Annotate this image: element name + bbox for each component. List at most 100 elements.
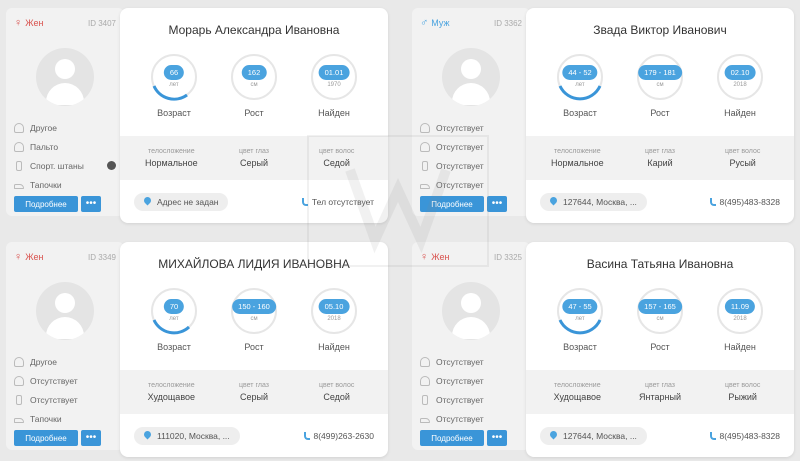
eyes-caption: цвет глаз bbox=[645, 148, 675, 155]
clothing-item: Другое bbox=[14, 352, 116, 371]
clothing-item: Отсутствует bbox=[14, 371, 116, 390]
height-value: 162 bbox=[241, 65, 267, 80]
build-caption: телосложение bbox=[148, 148, 195, 155]
found-stat: 11.09 2018 Найден bbox=[709, 286, 771, 370]
coat-icon bbox=[420, 141, 430, 152]
found-label: Найден bbox=[724, 108, 756, 118]
pants-icon bbox=[16, 160, 22, 171]
clothing-item: Другое bbox=[14, 118, 116, 137]
clothing-item: Пальто bbox=[14, 137, 116, 156]
details-button[interactable]: Подробнее bbox=[420, 430, 484, 446]
age-unit: лет bbox=[169, 82, 179, 88]
avatar bbox=[442, 282, 500, 340]
profile-card[interactable]: МИХАЙЛОВА ЛИДИЯ ИВАНОВНА 70 лет Возраст … bbox=[120, 242, 388, 457]
address-chip[interactable]: 127644, Москва, ... bbox=[540, 192, 647, 211]
profile-sidebar: ♀ Жен ID 3407 Другое Пальто Спорт. штаны … bbox=[6, 8, 124, 216]
phone-icon bbox=[709, 431, 716, 440]
found-label: Найден bbox=[724, 342, 756, 352]
age-value: 47 - 55 bbox=[562, 299, 598, 314]
phone-link[interactable]: 8(495)483-8328 bbox=[709, 197, 780, 207]
address-chip[interactable]: Адрес не задан bbox=[134, 192, 229, 211]
profile-sidebar: ♂ Муж ID 3362 Отсутствует Отсутствует Отс… bbox=[412, 8, 530, 216]
details-button[interactable]: Подробнее bbox=[420, 196, 484, 212]
details-button[interactable]: Подробнее bbox=[14, 430, 78, 446]
coat-icon bbox=[14, 375, 24, 386]
map-pin-icon bbox=[550, 431, 557, 440]
pants-icon bbox=[16, 394, 22, 405]
found-label: Найден bbox=[318, 342, 350, 352]
build-caption: телосложение bbox=[554, 382, 601, 389]
eyes-value: Карий bbox=[647, 158, 673, 168]
phone-link[interactable]: 8(495)483-8328 bbox=[709, 431, 780, 441]
found-year: 1970 bbox=[327, 82, 341, 88]
profile-sidebar: ♀ Жен ID 3325 Отсутствует Отсутствует Отс… bbox=[412, 242, 530, 450]
sidebar-header: ♀ Жен ID 3349 bbox=[14, 242, 116, 272]
shoe-icon bbox=[420, 418, 430, 423]
sidebar-header: ♀ Жен ID 3325 bbox=[420, 242, 522, 272]
gender-badge: ♂ Муж bbox=[420, 17, 449, 29]
height-stat: 157 - 165 см Рост bbox=[629, 286, 691, 370]
height-stat: 162 см Рост bbox=[223, 52, 285, 136]
clothing-item: Отсутствует bbox=[420, 371, 522, 390]
profile-id: ID 3362 bbox=[493, 18, 522, 28]
clothing-item: Тапочки bbox=[14, 409, 116, 428]
hair-caption: цвет волос bbox=[724, 148, 761, 155]
height-value: 157 - 165 bbox=[638, 299, 682, 314]
clothing-item: Отсутствует bbox=[14, 390, 116, 409]
pants-icon bbox=[422, 160, 428, 171]
phone-link[interactable]: 8(499)263-2630 bbox=[303, 431, 374, 441]
profile-id: ID 3325 bbox=[493, 252, 522, 262]
address-chip[interactable]: 127644, Москва, ... bbox=[540, 426, 647, 445]
shoe-icon bbox=[14, 418, 24, 423]
person-name[interactable]: Звада Виктор Иванович bbox=[526, 8, 794, 52]
clothing-item: Отсутствует bbox=[420, 352, 522, 371]
hair-value: Рыжий bbox=[728, 392, 757, 402]
person-name[interactable]: Морарь Александра Ивановна bbox=[120, 8, 388, 52]
pants-icon bbox=[422, 394, 428, 405]
age-stat: 70 лет Возраст bbox=[143, 286, 205, 370]
map-pin-icon bbox=[550, 197, 557, 206]
profile-id: ID 3349 bbox=[87, 252, 116, 262]
clothing-item: Отсутствует bbox=[420, 137, 522, 156]
profile-card[interactable]: Васина Татьяна Ивановна 47 - 55 лет Возр… bbox=[526, 242, 794, 457]
more-options-button[interactable]: ••• bbox=[487, 430, 507, 446]
clothing-item: Отсутствует bbox=[420, 409, 522, 428]
map-pin-icon bbox=[144, 197, 151, 206]
sidebar-header: ♂ Муж ID 3362 bbox=[420, 8, 522, 38]
more-options-button[interactable]: ••• bbox=[81, 196, 101, 212]
clothing-item: Отсутствует bbox=[420, 118, 522, 137]
height-label: Рост bbox=[650, 108, 670, 118]
age-stat: 44 - 52 лет Возраст bbox=[549, 52, 611, 136]
more-options-button[interactable]: ••• bbox=[487, 196, 507, 212]
clothing-list: Отсутствует Отсутствует Отсутствует Отсу… bbox=[420, 352, 522, 428]
height-stat: 179 - 181 см Рост bbox=[629, 52, 691, 136]
more-options-button[interactable]: ••• bbox=[81, 430, 101, 446]
build-caption: телосложение bbox=[554, 148, 601, 155]
found-date: 11.09 bbox=[724, 299, 756, 314]
height-unit: см bbox=[250, 316, 258, 322]
age-value: 70 bbox=[163, 299, 185, 314]
details-button[interactable]: Подробнее bbox=[14, 196, 78, 212]
gender-badge: ♀ Жен bbox=[14, 17, 43, 29]
clothing-item: Отсутствует bbox=[420, 390, 522, 409]
clothing-list: Отсутствует Отсутствует Отсутствует Отсу… bbox=[420, 118, 522, 194]
found-year: 2018 bbox=[733, 82, 747, 88]
shoe-icon bbox=[14, 184, 24, 189]
profile-card[interactable]: Звада Виктор Иванович 44 - 52 лет Возрас… bbox=[526, 8, 794, 223]
person-name[interactable]: Васина Татьяна Ивановна bbox=[526, 242, 794, 286]
avatar bbox=[36, 48, 94, 106]
clothing-item: Тапочки bbox=[14, 175, 116, 194]
address-chip[interactable]: 111020, Москва, ... bbox=[134, 426, 240, 445]
profile-card[interactable]: Морарь Александра Ивановна 66 лет Возрас… bbox=[120, 8, 388, 223]
shoe-icon bbox=[420, 184, 430, 189]
gender-label: Жен bbox=[431, 252, 450, 262]
traits-row: телосложение Нормальное цвет глаз Карий цв… bbox=[526, 136, 794, 180]
age-stat: 47 - 55 лет Возраст bbox=[549, 286, 611, 370]
age-unit: лет bbox=[575, 82, 585, 88]
phone-link[interactable]: Тел отсутствует bbox=[301, 197, 374, 207]
build-value: Нормальное bbox=[551, 158, 604, 168]
clothing-list: Другое Отсутствует Отсутствует Тапочки bbox=[14, 352, 116, 428]
hair-value: Седой bbox=[323, 158, 350, 168]
person-name[interactable]: МИХАЙЛОВА ЛИДИЯ ИВАНОВНА bbox=[120, 242, 388, 286]
found-year: 2018 bbox=[327, 316, 341, 322]
